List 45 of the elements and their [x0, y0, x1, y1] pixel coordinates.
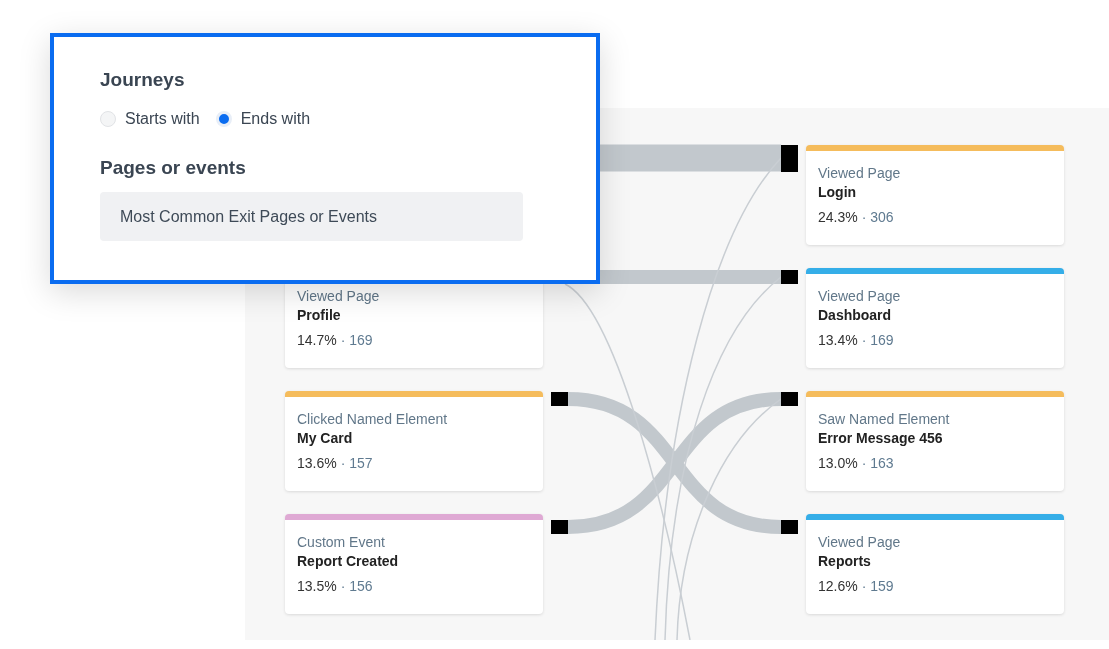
- event-name: Report Created: [297, 552, 400, 571]
- event-count: · 163: [861, 454, 894, 472]
- event-card[interactable]: Viewed Page Login 24.3% · 306: [806, 145, 1064, 245]
- event-category: Viewed Page: [297, 287, 381, 305]
- connector-node[interactable]: [551, 520, 568, 534]
- event-name: Profile: [297, 306, 342, 325]
- event-card[interactable]: Viewed Page Dashboard 13.4% · 169: [806, 268, 1064, 368]
- event-name: Reports: [818, 552, 872, 571]
- event-count: · 169: [861, 331, 894, 349]
- event-percent: 13.5%: [297, 577, 337, 595]
- event-name: Error Message 456: [818, 429, 944, 448]
- event-percent: 12.6%: [818, 577, 858, 595]
- event-percent: 14.7%: [297, 331, 337, 349]
- event-category: Custom Event: [297, 533, 386, 551]
- connector-node[interactable]: [781, 392, 798, 406]
- event-category: Saw Named Element: [818, 410, 951, 428]
- event-name: Dashboard: [818, 306, 893, 325]
- event-card[interactable]: Saw Named Element Error Message 456 13.0% · 163: [806, 391, 1064, 491]
- event-count: · 169: [340, 331, 373, 349]
- connector-node[interactable]: [781, 520, 798, 534]
- event-count: · 156: [340, 577, 373, 595]
- connector-node[interactable]: [781, 270, 798, 284]
- event-card[interactable]: Viewed Page Reports 12.6% · 159: [806, 514, 1064, 614]
- event-category: Viewed Page: [818, 287, 902, 305]
- event-percent: 24.3%: [818, 208, 858, 226]
- event-card[interactable]: Clicked Named Element My Card 13.6% · 157: [285, 391, 543, 491]
- event-category: Clicked Named Element: [297, 410, 449, 428]
- connector-node[interactable]: [551, 392, 568, 406]
- event-percent: 13.0%: [818, 454, 858, 472]
- event-count: · 157: [340, 454, 373, 472]
- event-count: · 159: [861, 577, 894, 595]
- connector-node[interactable]: [781, 145, 798, 172]
- radio-option[interactable]: Ends with: [215, 110, 311, 128]
- event-category: Viewed Page: [818, 533, 902, 551]
- event-name: Login: [818, 183, 858, 202]
- radio-option[interactable]: Starts with: [100, 110, 200, 128]
- section-title: Pages or events: [100, 156, 247, 180]
- event-category: Viewed Page: [818, 164, 902, 182]
- event-card[interactable]: Custom Event Report Created 13.5% · 156: [285, 514, 543, 614]
- event-count: · 306: [861, 208, 894, 226]
- event-percent: 13.4%: [818, 331, 858, 349]
- event-name: My Card: [297, 429, 354, 448]
- event-percent: 13.6%: [297, 454, 337, 472]
- select-field[interactable]: Most Common Exit Pages or Events: [100, 192, 523, 241]
- section-title: Journeys: [100, 68, 186, 92]
